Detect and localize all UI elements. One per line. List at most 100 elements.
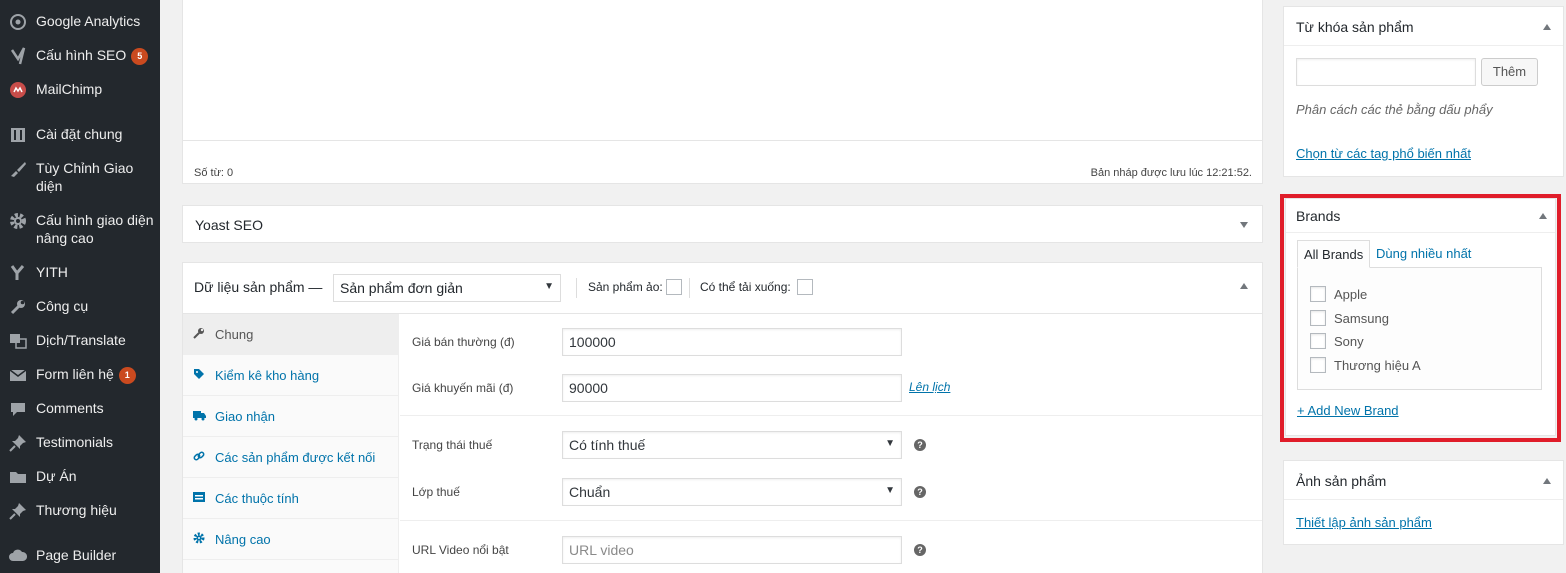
brand-option[interactable]: Apple bbox=[1310, 286, 1367, 302]
sidebar-item-testimonials[interactable]: Testimonials bbox=[0, 433, 160, 452]
tag-hint: Phân cách các thẻ bằng dấu phẩy bbox=[1296, 102, 1493, 117]
sidebar-item-label: Page Builder bbox=[36, 547, 117, 563]
add-tag-button[interactable]: Thêm bbox=[1481, 58, 1538, 86]
sidebar-item-translate[interactable]: Dịch/Translate bbox=[0, 331, 160, 350]
divider bbox=[689, 278, 690, 298]
mailchimp-icon bbox=[0, 80, 36, 99]
wrench-icon bbox=[183, 327, 215, 342]
sidebar-item-label: Thương hiệu bbox=[36, 502, 117, 518]
sale-price-value: 90000 bbox=[569, 380, 608, 396]
toggle-arrow-down-icon[interactable] bbox=[1240, 222, 1248, 228]
tab-most-used-brands[interactable]: Dùng nhiều nhất bbox=[1370, 240, 1477, 268]
divider bbox=[1284, 499, 1563, 500]
tab-linked-products[interactable]: Các sản phẩm được kết nối bbox=[183, 437, 399, 478]
word-count: Số từ: 0 bbox=[194, 167, 234, 179]
tab-all-brands[interactable]: All Brands bbox=[1297, 240, 1371, 268]
sidebar-item-label: Google Analytics bbox=[36, 13, 141, 29]
tax-class-label: Lớp thuế bbox=[412, 485, 460, 499]
brand-label: Apple bbox=[1334, 286, 1368, 302]
folder-icon bbox=[0, 467, 36, 486]
help-icon[interactable]: ? bbox=[914, 486, 926, 498]
sidebar-item-contact-form[interactable]: Form liên hệ 1 bbox=[0, 365, 160, 384]
tab-general[interactable]: Chung bbox=[183, 314, 399, 355]
pin-icon bbox=[0, 501, 36, 520]
brush-icon bbox=[0, 159, 36, 178]
regular-price-value: 100000 bbox=[569, 334, 616, 350]
tab-shipping[interactable]: Giao nhận bbox=[183, 396, 399, 437]
brand-label: Sony bbox=[1334, 333, 1364, 349]
list-icon bbox=[183, 491, 215, 506]
set-product-image-link[interactable]: Thiết lập ảnh sản phẩm bbox=[1296, 515, 1432, 530]
yoast-seo-metabox[interactable]: Yoast SEO bbox=[182, 205, 1263, 243]
draft-saved-status: Bản nháp được lưu lúc 12:21:52. bbox=[1090, 167, 1252, 179]
sidebar-item-advanced-theme[interactable]: Cấu hình giao diện nâng cao bbox=[0, 211, 160, 247]
editor-text-area[interactable] bbox=[183, 0, 1262, 141]
regular-price-input[interactable]: 100000 bbox=[562, 328, 902, 356]
cloud-icon bbox=[0, 546, 36, 565]
tab-label: Các sản phẩm được kết nối bbox=[215, 449, 376, 465]
sidebar-item-label: Cài đặt chung bbox=[36, 126, 123, 142]
brand-checkbox[interactable] bbox=[1310, 310, 1326, 326]
tab-advanced[interactable]: Nâng cao bbox=[183, 519, 399, 560]
product-data-metabox: Dữ liệu sản phẩm — Sản phẩm đơn giản ▼ S… bbox=[182, 262, 1263, 573]
choose-popular-tags-link[interactable]: Chọn từ các tag phổ biến nhất bbox=[1296, 146, 1471, 161]
divider bbox=[400, 520, 1262, 521]
brand-option[interactable]: Thương hiệu A bbox=[1310, 357, 1421, 373]
brands-metabox: Brands All Brands Dùng nhiều nhất Apple … bbox=[1285, 198, 1556, 436]
brand-option[interactable]: Sony bbox=[1310, 333, 1364, 349]
tag-input[interactable] bbox=[1296, 58, 1476, 86]
admin-sidebar: Google Analytics Cấu hình SEO 5 MailChimp… bbox=[0, 0, 160, 573]
video-url-placeholder: URL video bbox=[569, 542, 634, 558]
tab-label: Kiểm kê kho hàng bbox=[215, 367, 320, 383]
sidebar-item-tools[interactable]: Công cụ bbox=[0, 297, 160, 316]
brand-option[interactable]: Samsung bbox=[1310, 310, 1389, 326]
pin-icon bbox=[0, 433, 36, 452]
help-icon[interactable]: ? bbox=[914, 544, 926, 556]
sidebar-item-google-analytics[interactable]: Google Analytics bbox=[0, 12, 160, 31]
product-data-tabs: Chung Kiểm kê kho hàng Giao nhận Các sản… bbox=[183, 314, 399, 573]
add-new-brand-link[interactable]: + Add New Brand bbox=[1297, 403, 1399, 418]
sale-price-input[interactable]: 90000 bbox=[562, 374, 902, 402]
sidebar-item-general-settings[interactable]: Cài đặt chung bbox=[0, 125, 160, 144]
sidebar-item-brands[interactable]: Thương hiệu bbox=[0, 501, 160, 520]
sidebar-item-label: Cấu hình giao diện nâng cao bbox=[36, 212, 154, 246]
toggle-arrow-up-icon[interactable] bbox=[1543, 478, 1551, 484]
toggle-arrow-up-icon[interactable] bbox=[1539, 213, 1547, 219]
mail-icon bbox=[0, 365, 36, 384]
brand-checkbox[interactable] bbox=[1310, 333, 1326, 349]
virtual-label: Sản phẩm ảo: bbox=[588, 280, 663, 294]
tab-inventory[interactable]: Kiểm kê kho hàng bbox=[183, 355, 399, 396]
downloadable-checkbox[interactable] bbox=[797, 279, 813, 295]
product-type-value: Sản phẩm đơn giản bbox=[340, 280, 463, 296]
dropdown-arrow-icon: ▼ bbox=[885, 438, 895, 449]
brands-checklist: Apple Samsung Sony Thương hiệu A bbox=[1297, 267, 1542, 390]
sidebar-item-projects[interactable]: Dự Án bbox=[0, 467, 160, 486]
toggle-arrow-up-icon[interactable] bbox=[1543, 24, 1551, 30]
schedule-link[interactable]: Lên lịch bbox=[909, 380, 950, 394]
sidebar-item-comments[interactable]: Comments bbox=[0, 399, 160, 418]
divider bbox=[400, 415, 1262, 416]
sidebar-item-customize[interactable]: Tùy Chỉnh Giao diện bbox=[0, 159, 160, 195]
divider bbox=[1284, 45, 1563, 46]
sidebar-item-yith[interactable]: YITH bbox=[0, 263, 160, 282]
brand-checkbox[interactable] bbox=[1310, 286, 1326, 302]
help-icon[interactable]: ? bbox=[914, 439, 926, 451]
translate-icon bbox=[0, 331, 36, 350]
virtual-checkbox[interactable] bbox=[666, 279, 682, 295]
tab-label: Các thuộc tính bbox=[215, 490, 299, 506]
sidebar-item-mailchimp[interactable]: MailChimp bbox=[0, 80, 160, 99]
sidebar-item-label: Công cụ bbox=[36, 298, 89, 314]
video-url-input[interactable]: URL video bbox=[562, 536, 902, 564]
sidebar-item-seo[interactable]: Cấu hình SEO 5 bbox=[0, 46, 160, 65]
tab-attributes[interactable]: Các thuộc tính bbox=[183, 478, 399, 519]
product-type-select[interactable]: Sản phẩm đơn giản ▼ bbox=[333, 274, 561, 302]
sidebar-item-page-builder[interactable]: Page Builder bbox=[0, 546, 160, 565]
toggle-arrow-up-icon[interactable] bbox=[1240, 283, 1248, 289]
truck-icon bbox=[183, 409, 215, 424]
brand-checkbox[interactable] bbox=[1310, 357, 1326, 373]
gear-icon bbox=[183, 532, 215, 547]
update-count-badge: 1 bbox=[118, 367, 136, 384]
product-image-metabox: Ảnh sản phẩm Thiết lập ảnh sản phẩm bbox=[1283, 460, 1564, 545]
tax-class-select[interactable]: Chuẩn ▼ bbox=[562, 478, 902, 506]
tax-status-select[interactable]: Có tính thuế ▼ bbox=[562, 431, 902, 459]
